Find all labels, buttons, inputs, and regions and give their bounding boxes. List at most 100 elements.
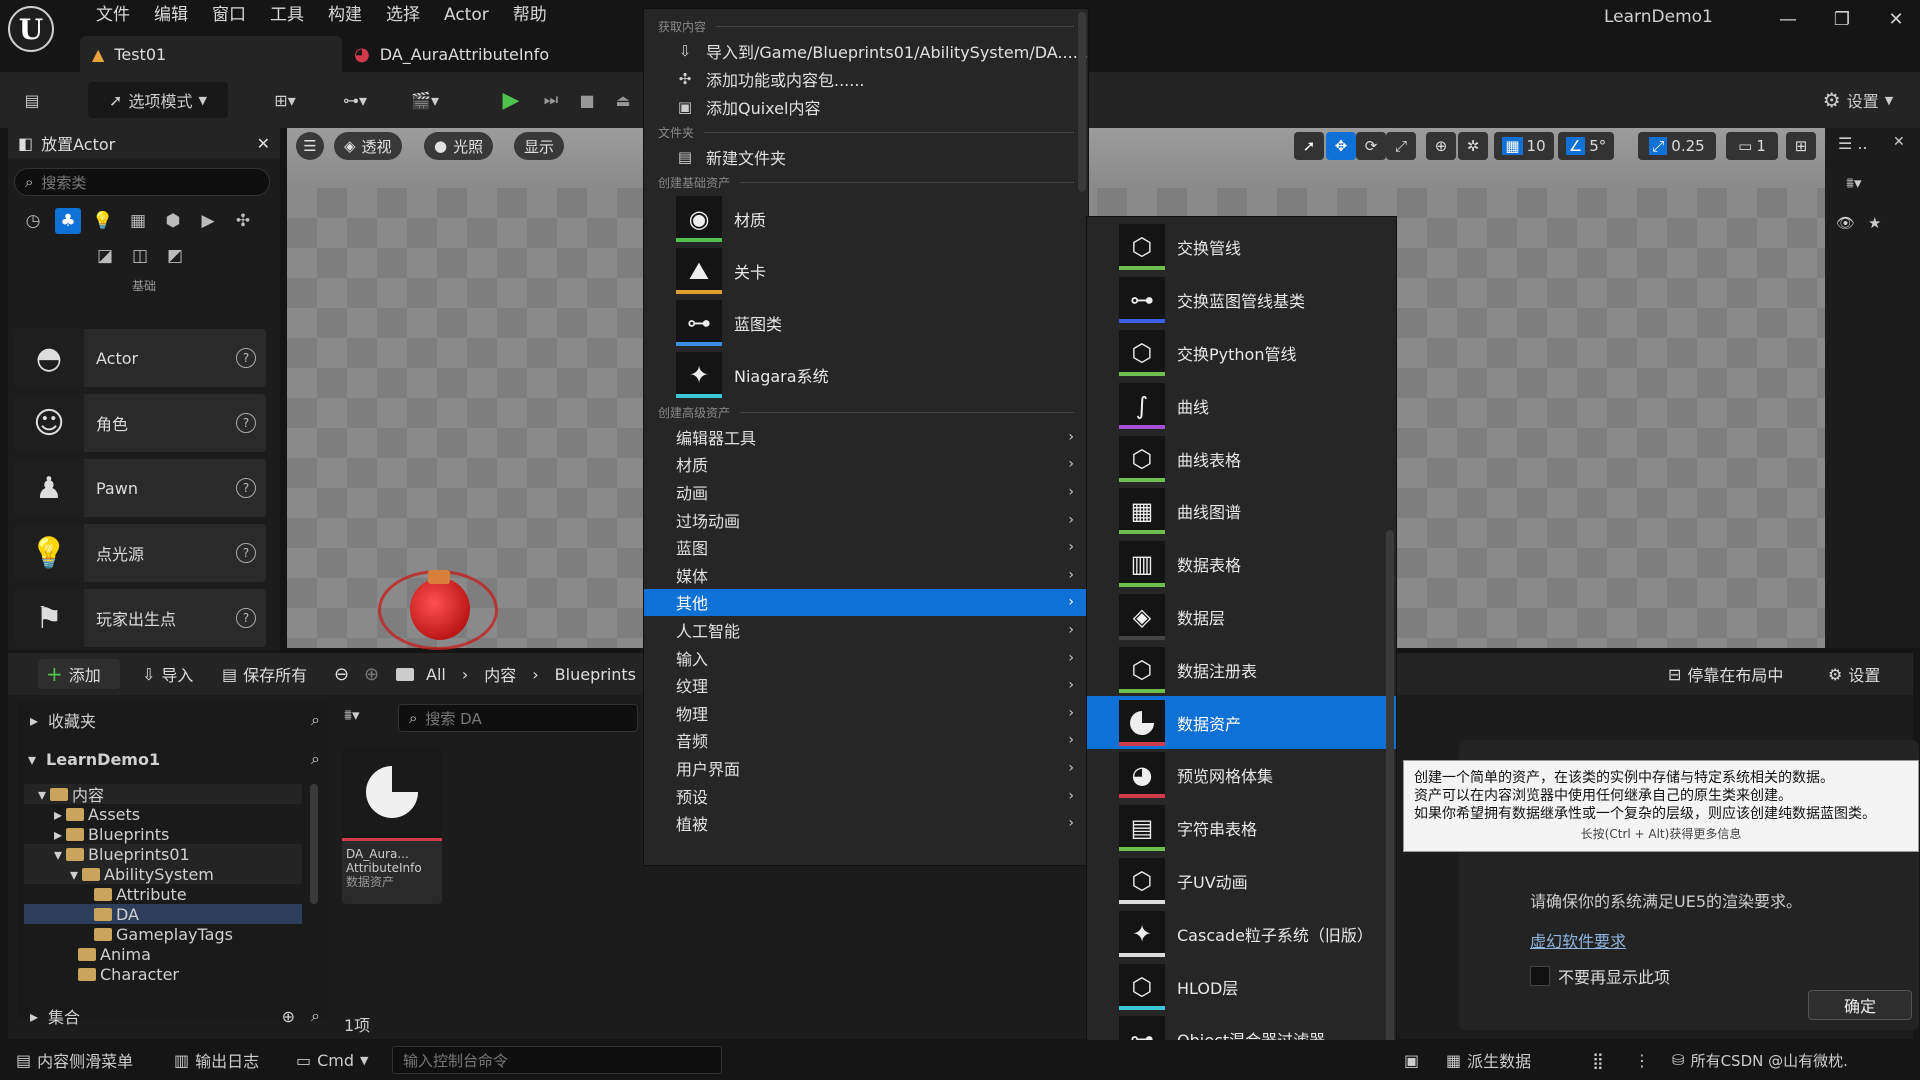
submenu-animation[interactable]: 动画 › (644, 478, 1088, 506)
submenu-item[interactable]: ⬡ 交换管线 (1087, 221, 1396, 274)
show-button[interactable]: 显示 (514, 132, 565, 160)
import-button[interactable]: ⇩ 导入 (134, 659, 201, 689)
submenu-item[interactable]: ▦ 曲线图谱 (1087, 485, 1396, 538)
visual-effects-icon[interactable]: ⬢ (160, 208, 186, 234)
step-icon[interactable]: ⏭ (534, 82, 568, 118)
output-log-button[interactable]: ▥ 输出日志 (166, 1040, 267, 1080)
submenu-item[interactable]: ⬡ 交换Python管线 (1087, 327, 1396, 380)
eye-icon[interactable]: 👁 (1836, 214, 1855, 232)
actor-item-player-start[interactable]: ⚑ 玩家出生点? (14, 589, 266, 647)
tab-test01[interactable]: ▲ Test01 (80, 36, 342, 72)
back-icon[interactable]: ⊖ (326, 659, 357, 689)
project-header[interactable]: ▾ LearnDemo1 ⌕ (28, 749, 320, 769)
search-icon[interactable]: ⌕ (311, 710, 320, 730)
tree-item[interactable]: Character (24, 964, 302, 984)
outliner-icon[interactable]: ☰ .. (1838, 134, 1868, 153)
submenu-miscellaneous[interactable]: 其他 › (644, 588, 1088, 617)
create-niagara-item[interactable]: ✦ Niagara系统 (644, 349, 1088, 401)
menu-select[interactable]: 选择 (374, 3, 432, 27)
world-space-icon[interactable]: ⊕ (1426, 132, 1456, 160)
submenu-physics[interactable]: 物理 › (644, 699, 1088, 727)
star-icon[interactable]: ★ (1868, 214, 1881, 232)
console-input[interactable]: 输入控制台命令 (392, 1046, 722, 1074)
submenu-media[interactable]: 媒体 › (644, 561, 1088, 589)
menu-edit[interactable]: 编辑 (142, 3, 200, 27)
tree-item[interactable]: ▸ Assets (24, 804, 302, 824)
cb-settings-button[interactable]: ⚙ 设置 (1820, 659, 1888, 689)
tree-item[interactable]: Anima (24, 944, 302, 964)
ok-button[interactable]: 确定 (1808, 990, 1912, 1020)
geometry-icon[interactable]: ▶ (195, 208, 221, 234)
more-icon[interactable]: ◩ (162, 243, 188, 269)
cinematics-icon[interactable]: 🎬▾ (400, 82, 450, 118)
shapes-icon[interactable]: ◫ (127, 243, 153, 269)
menu-window[interactable]: 窗口 (200, 3, 258, 27)
asset-search-input[interactable]: ⌕ 搜索 DA (398, 704, 638, 732)
submenu-editor-tools[interactable]: 编辑器工具 › (644, 423, 1088, 451)
tree-item[interactable]: ▾ Blueprints01 (24, 844, 302, 864)
minimize-button[interactable]: — (1768, 4, 1808, 36)
tree-item[interactable]: ▾ 内容 (24, 784, 302, 805)
settings-button[interactable]: ⚙ 设置 ▼ (1808, 82, 1908, 118)
favorites-header[interactable]: ▸ 收藏夹 ⌕ (30, 710, 320, 731)
tree-item[interactable]: ▸ Blueprints (24, 824, 302, 844)
blueprint-icon[interactable]: ⊶▾ (330, 82, 380, 118)
submenu-presets[interactable]: 预设 › (644, 782, 1088, 810)
collections-header[interactable]: ▸ 集合 ⊕ ⌕ (30, 1006, 320, 1027)
submenu-item[interactable]: ◈ 数据层 (1087, 591, 1396, 644)
derived-data-button[interactable]: ▦ 派生数据 (1438, 1040, 1539, 1080)
submenu-blueprint[interactable]: 蓝图 › (644, 533, 1088, 561)
submenu-material[interactable]: 材质 › (644, 451, 1088, 479)
submenu-item[interactable]: ⬡ 数据注册表 (1087, 643, 1396, 696)
restore-button[interactable]: ❐ (1822, 4, 1862, 36)
add-feature-pack-item[interactable]: ✣ 添加功能或内容包...... (644, 65, 1088, 93)
requirements-link[interactable]: 虚幻软件要求 (1530, 928, 1626, 952)
trace-icon[interactable]: ▣ (1396, 1040, 1427, 1080)
submenu-scrollbar[interactable] (1386, 530, 1394, 1070)
submenu-cinematics[interactable]: 过场动画 › (644, 506, 1088, 534)
actor-item-pawn[interactable]: ♟ Pawn? (14, 459, 266, 517)
breadcrumb-content[interactable]: 内容 (484, 662, 516, 686)
camera-speed-button[interactable]: ▭ 1 (1726, 132, 1778, 160)
asset-tile-da-aura[interactable]: DA_Aura... AttributeInfo 数据资产 (342, 746, 442, 904)
potion-actor[interactable] (410, 578, 470, 640)
play-icon[interactable]: ▶ (494, 82, 528, 118)
submenu-item[interactable]: ◕ 预览网格体集 (1087, 749, 1396, 802)
menu-file[interactable]: 文件 (84, 3, 142, 27)
submenu-item[interactable]: ▤ 字符串表格 (1087, 802, 1396, 855)
rotation-snap-toggle[interactable]: ∠ 5° (1558, 132, 1614, 160)
grid-snap-toggle[interactable]: ▦ 10 (1494, 132, 1554, 160)
lit-button[interactable]: ● 光照 (424, 132, 494, 160)
menu-help[interactable]: 帮助 (501, 3, 559, 27)
submenu-item[interactable]: ✦ Cascade粒子系统（旧版） (1087, 907, 1396, 960)
volumes-icon[interactable]: ✣ (230, 208, 256, 234)
submenu-ai[interactable]: 人工智能 › (644, 616, 1088, 644)
select-tool-icon[interactable]: ➚ (1294, 132, 1324, 160)
search-icon[interactable]: ⌕ (311, 1006, 320, 1026)
tree-item[interactable]: ▾ AbilitySystem (24, 864, 302, 884)
menu-tools[interactable]: 工具 (258, 3, 316, 27)
submenu-item[interactable]: ∫ 曲线 (1087, 379, 1396, 432)
add-quixel-item[interactable]: ▣ 添加Quixel内容 (644, 93, 1088, 121)
help-icon[interactable]: ? (236, 348, 256, 368)
stop-icon[interactable]: ■ (570, 82, 604, 118)
actor-item-point-light[interactable]: 💡 点光源? (14, 524, 266, 582)
cmd-dropdown[interactable]: ▭ Cmd ▼ (288, 1040, 377, 1080)
tab-da-aura-attribute-info[interactable]: ◕ DA_AuraAttributeInfo (342, 36, 642, 72)
filter-icon[interactable]: ⩩▾ (344, 706, 360, 724)
close-icon[interactable]: ✕ (257, 134, 270, 153)
breadcrumb-all[interactable]: All (426, 665, 446, 684)
mode-select-button[interactable]: ➚ 选项模式 ▼ (88, 82, 228, 118)
submenu-audio[interactable]: 音频 › (644, 727, 1088, 755)
submenu-item[interactable]: ⬡ 子UV动画 (1087, 855, 1396, 908)
create-material-item[interactable]: ◉ 材质 (644, 193, 1088, 245)
save-icon[interactable]: ▤ (14, 82, 50, 118)
more-icon[interactable]: ⋮ (1626, 1040, 1658, 1080)
viewport-menu-icon[interactable]: ☰ (296, 132, 324, 160)
tree-item[interactable]: Attribute (24, 884, 302, 904)
checkbox-box[interactable] (1530, 966, 1550, 986)
help-icon[interactable]: ? (236, 478, 256, 498)
add-button[interactable]: + 添加 (38, 659, 120, 689)
close-window-button[interactable]: ✕ (1876, 4, 1916, 36)
menu-actor[interactable]: Actor (432, 3, 501, 27)
